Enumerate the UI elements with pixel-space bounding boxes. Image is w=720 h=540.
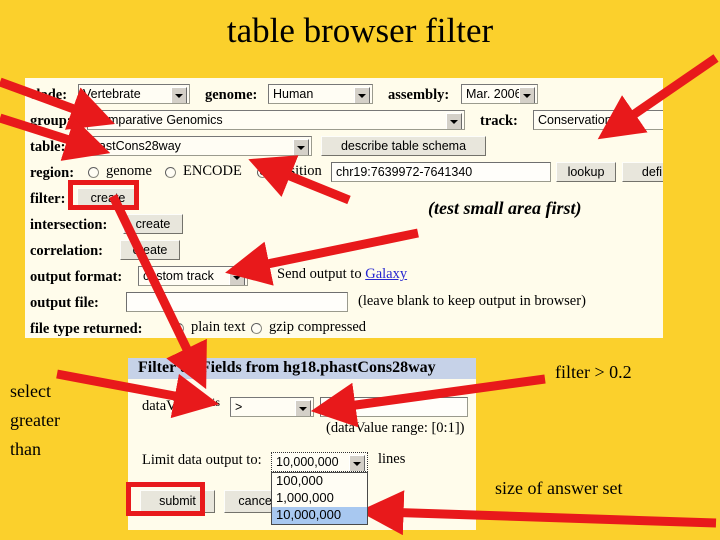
highlight-box-submit	[126, 482, 205, 516]
lines-label: lines	[378, 451, 406, 467]
track-label: track:	[480, 113, 518, 129]
region-genome-radio[interactable]	[88, 167, 99, 178]
describe-table-schema-button[interactable]: describe table schema	[321, 136, 486, 156]
filter-dialog-header: Filter on Fields from hg18.phastCons28wa…	[128, 358, 476, 379]
group-label: group:	[30, 113, 72, 129]
annotation-test-small-area: (test small area first)	[428, 198, 582, 218]
galaxy-link[interactable]: Galaxy	[365, 266, 407, 282]
operator-value: >	[235, 400, 243, 414]
clade-select[interactable]: Vertebrate	[78, 84, 190, 104]
chevron-down-icon	[293, 139, 309, 155]
threshold-input[interactable]: 0.2	[320, 397, 468, 417]
file-type-gzip-label: gzip compressed	[269, 319, 367, 335]
region-encode-label: ENCODE	[183, 163, 242, 179]
region-genome-label: genome	[106, 163, 152, 179]
region-position-radio[interactable]	[257, 167, 268, 178]
chevron-down-icon	[295, 400, 311, 416]
output-file-label: output file:	[30, 295, 99, 311]
file-type-plain-radio[interactable]	[173, 323, 184, 334]
chevron-down-icon	[519, 87, 535, 103]
highlight-box-filter-create	[68, 180, 139, 210]
genome-select[interactable]: Human	[268, 84, 373, 104]
limit-option-100000[interactable]: 100,000	[272, 473, 367, 490]
output-format-value: custom track	[143, 269, 214, 283]
chevron-down-icon	[446, 113, 462, 129]
region-encode-radio[interactable]	[165, 167, 176, 178]
intersection-label: intersection:	[30, 217, 108, 233]
table-select[interactable]: phastCons28way	[80, 136, 312, 156]
correlation-label: correlation:	[30, 243, 104, 259]
send-to-galaxy-checkbox[interactable]	[257, 269, 269, 281]
file-type-gzip-radio[interactable]	[251, 323, 262, 334]
clade-value: Vertebrate	[83, 87, 141, 101]
output-format-label: output format:	[30, 269, 123, 285]
limit-lines-select[interactable]: 10,000,000	[271, 452, 368, 472]
correlation-create-button[interactable]: create	[120, 240, 180, 260]
operator-select[interactable]: >	[230, 397, 314, 417]
output-file-hint: (leave blank to keep output in browser)	[358, 293, 586, 309]
chevron-down-icon	[349, 455, 365, 471]
table-value: phastCons28way	[85, 139, 181, 153]
limit-option-10000000[interactable]: 10,000,000	[272, 507, 367, 524]
data-value-range-hint: (dataValue range: [0:1])	[326, 420, 465, 436]
position-input[interactable]: chr19:7639972-7641340	[331, 162, 551, 182]
group-select[interactable]: Comparative Genomics	[87, 110, 465, 130]
annotation-select-line-3: than	[10, 439, 41, 459]
assembly-value: Mar. 2006	[466, 87, 522, 101]
send-output-label: Send output to	[277, 266, 366, 282]
assembly-select[interactable]: Mar. 2006	[461, 84, 538, 104]
output-file-input[interactable]	[126, 292, 348, 312]
chevron-down-icon	[354, 87, 370, 103]
chevron-down-icon	[229, 269, 245, 285]
annotation-size-of-answer-set: size of answer set	[495, 478, 623, 498]
limit-lines-value: 10,000,000	[276, 455, 339, 469]
lookup-button[interactable]: lookup	[556, 162, 616, 182]
annotation-select-line-2: greater	[10, 410, 60, 430]
limit-option-1000000[interactable]: 1,000,000	[272, 490, 367, 507]
track-select[interactable]: Conservation	[533, 110, 663, 130]
data-value-field-label: dataValue	[142, 398, 200, 414]
clade-label: clade:	[30, 87, 68, 103]
file-type-plain-label: plain text	[191, 319, 246, 335]
filter-label: filter:	[30, 191, 66, 207]
region-position-label: position	[275, 163, 322, 179]
limit-lines-dropdown-list[interactable]: 100,000 1,000,000 10,000,000	[271, 472, 368, 525]
table-label: table:	[30, 139, 66, 155]
limit-data-output-label: Limit data output to:	[142, 452, 262, 468]
genome-value: Human	[273, 87, 314, 101]
page-title: table browser filter	[226, 11, 494, 50]
chevron-down-icon	[171, 87, 187, 103]
group-value: Comparative Genomics	[92, 113, 223, 127]
define-regions-button[interactable]: defi	[622, 162, 663, 182]
track-value: Conservation	[538, 113, 612, 127]
intersection-create-button[interactable]: create	[123, 214, 183, 234]
file-type-label: file type returned:	[30, 321, 143, 337]
chevron-down-icon	[662, 113, 663, 129]
annotation-select-line-1: select	[10, 381, 51, 401]
slide-canvas: table browser filter clade: Vertebrate g…	[0, 0, 720, 540]
genome-label: genome:	[205, 87, 258, 103]
annotation-filter-threshold: filter > 0.2	[555, 362, 632, 382]
assembly-label: assembly:	[388, 87, 450, 103]
annotation-select-greater-than: select greater than	[10, 377, 60, 464]
is-label: is	[212, 395, 221, 409]
output-format-select[interactable]: custom track	[138, 266, 248, 286]
send-output-text: Send output to Galaxy	[277, 266, 407, 283]
